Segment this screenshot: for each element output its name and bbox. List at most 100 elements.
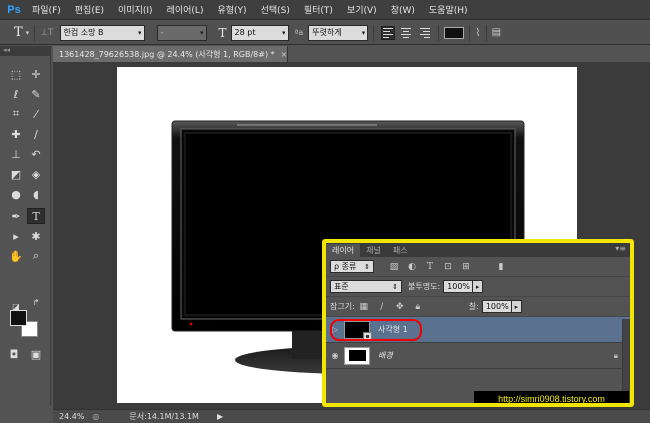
lasso-tool-icon[interactable]: ℓ <box>7 86 25 102</box>
menu-layer[interactable]: 레이어(L) <box>160 3 211 16</box>
opacity-input[interactable]: 100% <box>443 280 474 293</box>
document-title: 1361428_79626538.jpg @ 24.4% (사각형 1, RGB… <box>59 49 275 59</box>
divider <box>485 24 487 41</box>
blur-tool-icon[interactable]: ● <box>7 186 25 202</box>
dodge-tool-icon[interactable]: ◖ <box>27 186 45 202</box>
brush-tool-icon[interactable]: ∕ <box>27 126 45 142</box>
foreground-color[interactable] <box>10 310 27 326</box>
clone-stamp-tool-icon[interactable]: ⊥ <box>7 146 25 162</box>
text-orientation-icon[interactable]: ⊥T <box>40 28 53 38</box>
eyedropper-tool-icon[interactable]: ⁄ <box>27 106 45 122</box>
tab-layers[interactable]: 레이어 <box>326 244 361 257</box>
divider <box>373 24 375 41</box>
lock-pixels-icon[interactable]: ∕ <box>376 301 388 312</box>
type-tool-icon[interactable]: T <box>27 208 45 224</box>
antialias-value: 뚜렷하게 <box>312 28 342 37</box>
chevron-down-icon: ▾ <box>361 28 366 37</box>
quick-mask-icon[interactable]: ◘ <box>5 346 23 362</box>
menu-help[interactable]: 도움말(H) <box>422 3 475 16</box>
font-size-select[interactable]: 28 pt ▾ <box>230 24 289 41</box>
layer-row-background[interactable]: ◉ 배경 🔒︎ <box>326 343 630 369</box>
screen-mode-icon[interactable]: ▣ <box>27 346 45 362</box>
menu-filter[interactable]: 필터(T) <box>297 3 340 16</box>
character-panel-icon[interactable]: ▤ <box>492 27 501 38</box>
font-family-value: 한컴 소망 B <box>63 28 104 37</box>
visibility-eye-icon[interactable]: ◉ <box>326 351 344 360</box>
filter-toggle-icon[interactable]: ▮ <box>495 261 507 272</box>
lock-row: 잠그기: ▦ ∕ ✥ 🔒︎ 칠: 100% ▸ <box>326 297 630 317</box>
close-icon[interactable]: × <box>281 50 288 59</box>
highlight-annotation <box>330 319 422 341</box>
blend-mode-select[interactable]: 표준 ⇕ <box>330 280 402 293</box>
move-tool-icon[interactable]: ✛ <box>27 66 45 82</box>
thumbnail-monitor <box>349 349 366 361</box>
layer-kind-filter[interactable]: ρ 종류 ⇕ <box>330 260 374 273</box>
color-swatches[interactable] <box>10 310 42 340</box>
shape-filter-icon[interactable]: ⊡ <box>442 261 454 272</box>
menu-select[interactable]: 선택(S) <box>254 3 297 16</box>
adjustment-filter-icon[interactable]: ◐ <box>406 261 418 272</box>
layer-thumbnail <box>344 346 370 365</box>
hand-tool-icon[interactable]: ✋ <box>7 248 25 264</box>
panel-menu-icon[interactable]: ▾≡ <box>615 244 626 253</box>
font-style-select[interactable]: - ▾ <box>156 24 207 41</box>
fill-dropdown-button[interactable]: ▸ <box>511 300 522 313</box>
lock-transparent-icon[interactable]: ▦ <box>358 301 370 312</box>
align-center-button[interactable] <box>399 26 413 40</box>
shape-tool-icon[interactable]: ✱ <box>27 228 45 244</box>
healing-brush-tool-icon[interactable]: ✚ <box>7 126 25 142</box>
lock-all-icon[interactable]: 🔒︎ <box>412 301 424 312</box>
opacity-dropdown-button[interactable]: ▸ <box>473 280 484 293</box>
menu-window[interactable]: 창(W) <box>384 3 422 16</box>
tab-paths[interactable]: 패스 <box>387 244 414 257</box>
zoom-tool-icon[interactable]: ⌕ <box>27 248 45 264</box>
chevron-down-icon: ▾ <box>138 28 142 37</box>
crop-tool-icon[interactable]: ⌗ <box>7 106 25 122</box>
status-bar: 24.4% ◎ 문서:14.1M/13.1M ▶ <box>53 409 650 423</box>
paint-bucket-tool-icon[interactable]: ◈ <box>27 166 45 182</box>
layer-filter-row: ρ 종류 ⇕ ▨ ◐ T ⊡ ⊞ ▮ <box>326 257 630 277</box>
stepper-icon: ⇕ <box>392 282 398 291</box>
text-tool-icon[interactable]: T <box>14 25 23 40</box>
fill-input[interactable]: 100% <box>481 300 512 313</box>
menu-type[interactable]: 유형(Y) <box>210 3 253 16</box>
tab-channels[interactable]: 채널 <box>360 244 387 257</box>
antialias-select[interactable]: 뚜렷하게 ▾ <box>308 24 369 41</box>
stepper-icon: ⇕ <box>364 262 370 271</box>
history-brush-tool-icon[interactable]: ↶ <box>27 146 45 162</box>
pen-tool-icon[interactable]: ✒ <box>7 208 25 224</box>
layer-row-rectangle[interactable]: ▷ ▪ 사각형 1 <box>326 317 630 343</box>
eraser-tool-icon[interactable]: ◩ <box>7 166 25 182</box>
document-tab[interactable]: 1361428_79626538.jpg @ 24.4% (사각형 1, RGB… <box>53 46 288 62</box>
opacity-value: 100% <box>447 282 471 291</box>
lock-position-icon[interactable]: ✥ <box>394 301 406 312</box>
menu-view[interactable]: 보기(V) <box>340 3 384 16</box>
tool-preset-chevron-icon[interactable]: ▾ <box>26 29 30 37</box>
menu-file[interactable]: 파일(F) <box>25 3 68 16</box>
path-select-tool-icon[interactable]: ▸ <box>7 228 25 244</box>
watermark-url: http://simri0908.tistory.com <box>474 391 629 403</box>
text-color-swatch[interactable] <box>444 26 465 39</box>
layers-panel-tabs: 레이어 채널 패스 ▾≡ <box>326 243 630 257</box>
photoshop-logo: Ps <box>7 3 21 16</box>
status-info-icon[interactable]: ◎ <box>92 412 99 421</box>
pixel-filter-icon[interactable]: ▨ <box>388 261 400 272</box>
blend-row: 표준 ⇕ 불투명도: 100% ▸ <box>326 277 630 297</box>
tools-panel-header[interactable]: ◂◂ <box>0 46 50 56</box>
menu-image[interactable]: 이미지(I) <box>111 3 160 16</box>
swap-colors-icon[interactable]: ↱ <box>27 294 45 310</box>
menu-edit[interactable]: 편집(E) <box>68 3 111 16</box>
warp-text-icon[interactable]: ⌇ <box>475 26 480 39</box>
layer-name[interactable]: 배경 <box>378 350 393 361</box>
align-left-button[interactable] <box>381 25 396 40</box>
quick-select-tool-icon[interactable]: ✎ <box>27 86 45 102</box>
font-family-select[interactable]: 한컴 소망 B ▾ <box>59 24 145 41</box>
zoom-level[interactable]: 24.4% <box>59 412 84 421</box>
marquee-tool-icon[interactable]: ⬚ <box>7 66 25 82</box>
font-size-value: 28 pt <box>234 28 256 37</box>
status-menu-arrow-icon[interactable]: ▶ <box>217 412 223 421</box>
align-right-button[interactable] <box>417 26 431 40</box>
type-filter-icon[interactable]: T <box>424 261 436 272</box>
smart-object-filter-icon[interactable]: ⊞ <box>460 261 472 272</box>
font-size-icon: T <box>218 25 227 40</box>
